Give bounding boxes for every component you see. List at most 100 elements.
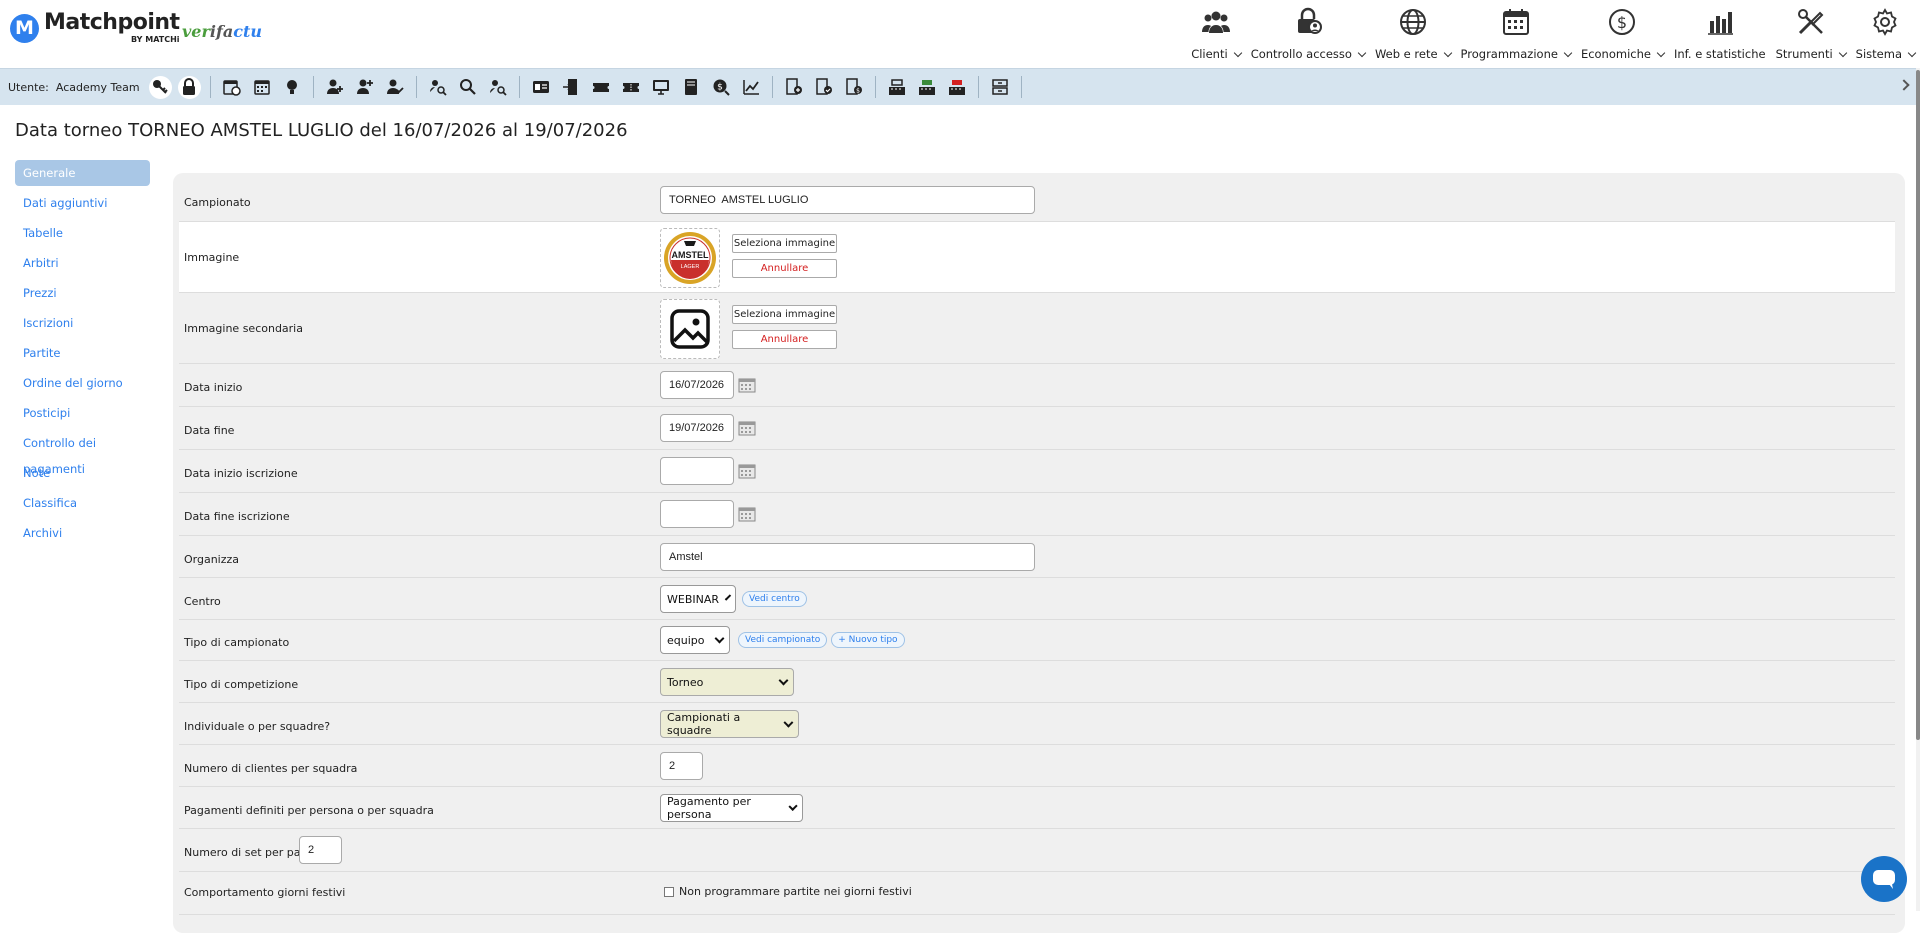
- row-individuale: Individuale o per squadre? Campionati a …: [179, 703, 1895, 745]
- user-search-icon[interactable]: [426, 75, 450, 99]
- sidebar-item-archivi[interactable]: Archivi: [15, 520, 150, 550]
- seleziona-immagine-secondaria-button[interactable]: Seleziona immagine: [732, 305, 837, 324]
- nuovo-tipo-button[interactable]: + Nuovo tipo: [831, 632, 905, 648]
- toolbar-separator: [518, 76, 520, 98]
- monitor-icon[interactable]: [649, 75, 673, 99]
- receipt-check-icon[interactable]: [812, 75, 836, 99]
- data-fine-input[interactable]: [660, 414, 734, 442]
- sidebar-item-prezzi[interactable]: Prezzi: [15, 280, 150, 310]
- add-user-icon[interactable]: [323, 75, 347, 99]
- lock-icon[interactable]: [177, 75, 201, 99]
- data-inizio-input[interactable]: [660, 371, 734, 399]
- individuale-label: Individuale o per squadre?: [184, 720, 331, 733]
- chevron-down-icon: [1357, 48, 1367, 57]
- ticket-icon[interactable]: [589, 75, 613, 99]
- line-chart-icon[interactable]: [739, 75, 763, 99]
- quick-toolbar: Utente: Academy Team $ $: [0, 68, 1920, 105]
- calendar-picker-icon[interactable]: [738, 506, 756, 522]
- svg-text:LAGER: LAGER: [681, 264, 700, 270]
- globe-icon: [1399, 9, 1426, 35]
- amstel-logo-image: AMSTEL LAGER: [660, 228, 720, 288]
- chat-icon: [1873, 870, 1895, 889]
- campionato-input[interactable]: [660, 186, 1035, 214]
- people-icon: [1201, 11, 1230, 33]
- sidebar-item-posticipi[interactable]: Posticipi: [15, 400, 150, 430]
- row-centro: Centro WEBINAR Vedi centro: [179, 578, 1895, 620]
- chevron-right-icon[interactable]: [1898, 79, 1910, 91]
- chevron-down-icon: [1656, 48, 1666, 57]
- sidebar-item-dati-aggiuntivi[interactable]: Dati aggiuntivi: [15, 190, 150, 220]
- calendar-picker-icon[interactable]: [738, 377, 756, 393]
- top-header: M Matchpoint BY MATCHi verifactu Clienti…: [0, 0, 1920, 68]
- calendar-picker-icon[interactable]: [738, 463, 756, 479]
- ticket-alt-icon[interactable]: [619, 75, 643, 99]
- sidebar-item-partite[interactable]: Partite: [15, 340, 150, 370]
- immagine-secondaria-label: Immagine secondaria: [184, 322, 303, 335]
- giorni-festivi-checkbox[interactable]: [664, 886, 674, 897]
- cash-register-icon[interactable]: [885, 75, 909, 99]
- tipo-campionato-select[interactable]: equipo: [660, 626, 730, 654]
- data-inizio-iscrizione-label: Data inizio iscrizione: [184, 467, 298, 480]
- book-icon[interactable]: [679, 75, 703, 99]
- calendar-grid-icon[interactable]: [250, 75, 274, 99]
- nav-web-e-rete[interactable]: Web e rete: [1370, 6, 1456, 62]
- giorni-festivi-checkbox-label: Non programmare partite nei giorni festi…: [679, 885, 912, 898]
- receipt-money-icon[interactable]: $: [842, 75, 866, 99]
- row-campionato: Campionato: [179, 173, 1895, 222]
- sidebar-item-classifica[interactable]: Classifica: [15, 490, 150, 520]
- individuale-select[interactable]: Campionati a squadre: [660, 710, 799, 738]
- nav-sistema[interactable]: Sistema: [1851, 6, 1920, 62]
- nav-clienti[interactable]: Clienti: [1186, 6, 1246, 62]
- toolbar-separator: [415, 76, 417, 98]
- id-card-icon[interactable]: [529, 75, 553, 99]
- cash-register-close-icon[interactable]: [945, 75, 969, 99]
- chat-button[interactable]: [1861, 856, 1907, 902]
- group-search-icon[interactable]: [486, 75, 510, 99]
- nav-strumenti[interactable]: Strumenti: [1771, 6, 1851, 62]
- sidebar-item-ordine-del-giorno[interactable]: Ordine del giorno: [15, 370, 150, 400]
- nav-statistiche[interactable]: Inf. e statistiche: [1669, 6, 1771, 62]
- organizza-input[interactable]: [660, 543, 1035, 571]
- vedi-centro-button[interactable]: Vedi centro: [742, 591, 807, 607]
- annullare-immagine-button[interactable]: Annullare: [732, 259, 837, 278]
- user-check-icon[interactable]: [383, 75, 407, 99]
- search-icon[interactable]: [456, 75, 480, 99]
- sidebar-item-controllo-pagamenti[interactable]: Controllo dei pagamenti: [15, 430, 150, 476]
- calendar-picker-icon[interactable]: [738, 420, 756, 436]
- matchpoint-logo[interactable]: M Matchpoint BY MATCHi: [10, 12, 180, 44]
- sidebar-item-arbitri[interactable]: Arbitri: [15, 250, 150, 280]
- lock-user-icon: [1297, 7, 1322, 34]
- row-giorni-festivi: Comportamento giorni festivi Non program…: [179, 872, 1895, 915]
- nav-programmazione[interactable]: Programmazione: [1456, 6, 1576, 62]
- seleziona-immagine-button[interactable]: Seleziona immagine: [732, 234, 837, 253]
- logo-badge: M: [10, 13, 39, 43]
- numero-set-input[interactable]: [299, 836, 342, 864]
- calendar-clock-icon[interactable]: [220, 75, 244, 99]
- sidebar-item-tabelle[interactable]: Tabelle: [15, 220, 150, 250]
- cash-register-open-icon[interactable]: [915, 75, 939, 99]
- centro-select[interactable]: WEBINAR: [660, 585, 736, 613]
- logo-by: BY MATCHi: [131, 35, 180, 44]
- key-icon[interactable]: [148, 75, 172, 99]
- pagamenti-select[interactable]: Pagamento per persona: [660, 794, 803, 822]
- page-scrollbar[interactable]: [1916, 70, 1920, 740]
- archive-drawer-icon[interactable]: [988, 75, 1012, 99]
- main-nav: Clienti Controllo accesso Web e rete Pro…: [1186, 6, 1920, 62]
- nav-economiche[interactable]: $ Economiche: [1576, 6, 1669, 62]
- tipo-competizione-select[interactable]: Torneo: [660, 668, 794, 696]
- door-exit-icon[interactable]: [559, 75, 583, 99]
- row-immagine: Immagine AMSTEL LAGER Seleziona immagine…: [179, 222, 1895, 293]
- receipt-add-icon[interactable]: [782, 75, 806, 99]
- data-fine-iscrizione-input[interactable]: [660, 500, 734, 528]
- sidebar-item-generale[interactable]: Generale: [15, 160, 150, 186]
- nav-controllo-accesso[interactable]: Controllo accesso: [1246, 6, 1370, 62]
- add-user-alt-icon[interactable]: [353, 75, 377, 99]
- annullare-immagine-secondaria-button[interactable]: Annullare: [732, 330, 837, 349]
- coin-search-icon[interactable]: $: [709, 75, 733, 99]
- numero-clientes-input[interactable]: [660, 752, 703, 780]
- data-inizio-iscrizione-input[interactable]: [660, 457, 734, 485]
- giorni-festivi-label: Comportamento giorni festivi: [184, 886, 346, 899]
- vedi-campionato-button[interactable]: Vedi campionato: [738, 632, 828, 648]
- sidebar-item-iscrizioni[interactable]: Iscrizioni: [15, 310, 150, 340]
- lightbulb-icon[interactable]: [280, 75, 304, 99]
